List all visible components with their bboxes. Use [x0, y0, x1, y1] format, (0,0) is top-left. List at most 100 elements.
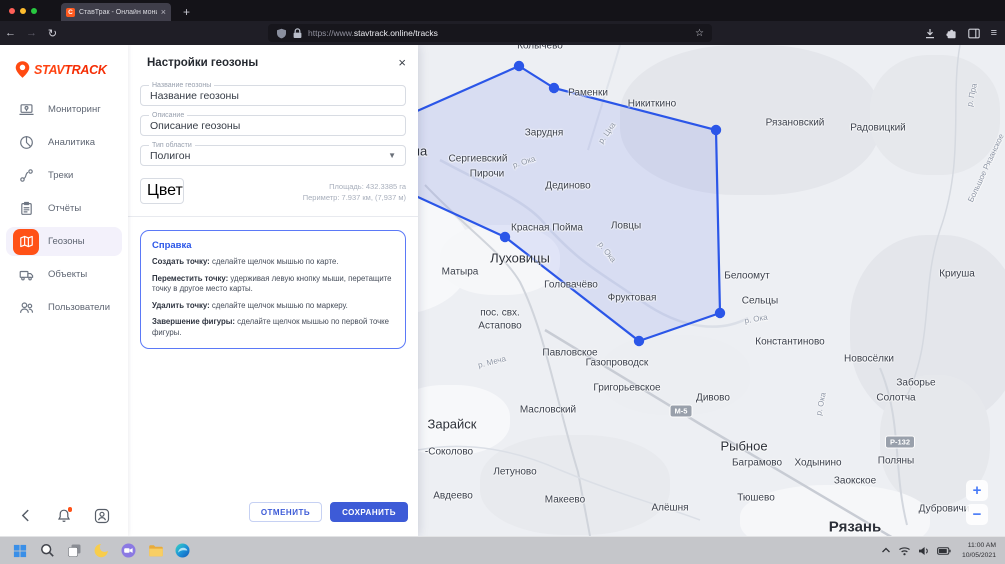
- map-label: Ходынино: [794, 458, 841, 469]
- help-item: Завершение фигуры: сделайте щелчок мышью…: [152, 317, 394, 338]
- sidebar-item-Объекты[interactable]: Объекты: [6, 260, 122, 289]
- stavtrack-logo: STAVTRACK: [0, 45, 128, 91]
- help-items: Создать точку: сделайте щелчок мышью по …: [152, 257, 394, 338]
- color-label: Цвет: [147, 182, 183, 200]
- map-label: Павловское: [542, 348, 597, 359]
- edge-icon[interactable]: [174, 543, 190, 559]
- polygon-vertex[interactable]: [549, 83, 559, 93]
- sidebar-item-Мониторинг[interactable]: Мониторинг: [6, 95, 122, 124]
- wifi-icon[interactable]: [898, 546, 911, 556]
- logo-pin-icon: [13, 60, 32, 79]
- url-bar[interactable]: https://www.stavtrack.online/tracks ☆: [268, 24, 712, 42]
- polygon-vertex[interactable]: [514, 61, 524, 71]
- geozone-name-input[interactable]: Название геозоны Название геозоны: [140, 85, 406, 106]
- url-text[interactable]: https://www.stavtrack.online/tracks: [308, 28, 690, 38]
- sidebar-item-label: Мониторинг: [48, 104, 101, 115]
- map-terrain-patch: [480, 435, 670, 535]
- map-label: Авдеево: [433, 491, 473, 502]
- sidebar-menu: Мониторинг Аналитика Треки Отчёты Геозоны Объ…: [0, 95, 128, 322]
- sidebar-item-label: Геозоны: [48, 236, 85, 247]
- sidebar-item-Треки[interactable]: Треки: [6, 161, 122, 190]
- sidebar-item-Отчёты[interactable]: Отчёты: [6, 194, 122, 223]
- battery-icon[interactable]: [937, 547, 951, 555]
- task-view-icon[interactable]: [66, 543, 82, 559]
- sidebar-item-label: Пользователи: [48, 302, 110, 313]
- tray-date: 10/05/2021: [962, 551, 996, 560]
- map-label: пос. свх.: [480, 308, 520, 319]
- map-label: Рыбное: [720, 439, 767, 454]
- forward-icon[interactable]: →: [21, 27, 42, 39]
- maximize-window-button[interactable]: [31, 8, 37, 14]
- save-button[interactable]: СОХРАНИТЬ: [330, 502, 408, 522]
- color-picker[interactable]: Цвет: [140, 178, 184, 204]
- map-label: Сельцы: [742, 296, 778, 307]
- area-type-label: Тип области: [149, 142, 195, 149]
- map-label: Зарудня: [525, 128, 564, 139]
- map-terrain-patch: [620, 45, 880, 195]
- monitoring-icon: [13, 97, 39, 123]
- browser-toolbar: ← → ↻ https://www.stavtrack.online/track…: [0, 21, 1005, 45]
- sidebar-toggle-icon[interactable]: [968, 28, 980, 39]
- tab-close-icon[interactable]: ×: [161, 7, 166, 17]
- map-zoom-out-button[interactable]: −: [966, 504, 988, 525]
- profile-icon[interactable]: [94, 508, 110, 524]
- users-icon: [13, 295, 39, 321]
- geozone-description-input[interactable]: Описание Описание геозоны: [140, 115, 406, 136]
- window-controls[interactable]: [9, 8, 37, 14]
- map-label: Фруктовая: [608, 293, 657, 304]
- minimize-window-button[interactable]: [20, 8, 26, 14]
- tray-chevron-icon[interactable]: [881, 547, 891, 554]
- back-icon[interactable]: ←: [0, 27, 21, 39]
- chevron-down-icon: ▼: [388, 151, 396, 160]
- tracking-shield-icon[interactable]: [276, 28, 287, 39]
- video-chat-icon[interactable]: [120, 543, 136, 559]
- bookmark-star-icon[interactable]: ☆: [695, 28, 704, 39]
- map-label: Ловцы: [611, 221, 641, 232]
- browser-chrome: С СтавТрак - Онлайн мониторин × + ← → ↻ …: [0, 0, 1005, 45]
- map-zoom-in-button[interactable]: +: [966, 480, 988, 501]
- sidebar-item-Геозоны[interactable]: Геозоны: [6, 227, 122, 256]
- clock[interactable]: 11:00 AM 10/05/2021: [962, 541, 996, 559]
- perimeter-value: Периметр: 7.937 км, (7,937 м): [303, 192, 406, 203]
- menu-hamburger-icon[interactable]: ≡: [991, 27, 997, 39]
- browser-tab[interactable]: С СтавТрак - Онлайн мониторин ×: [61, 3, 171, 21]
- new-tab-button[interactable]: +: [183, 5, 190, 19]
- river-tsna-line: [588, 45, 620, 150]
- map-label: р. Ока: [512, 154, 537, 170]
- map-label: Белоомут: [724, 271, 769, 282]
- sidebar-item-label: Аналитика: [48, 137, 95, 148]
- notifications-bell-icon[interactable]: [56, 508, 72, 524]
- geozone-metrics: Площадь: 432.3385 га Периметр: 7.937 км,…: [303, 178, 406, 204]
- sidebar-item-Пользователи[interactable]: Пользователи: [6, 293, 122, 322]
- search-icon[interactable]: [39, 543, 55, 559]
- download-icon[interactable]: [925, 28, 935, 39]
- tray-time: 11:00 AM: [962, 541, 996, 550]
- start-icon[interactable]: [12, 543, 28, 559]
- reload-icon[interactable]: ↻: [42, 27, 63, 40]
- sidebar-item-label: Объекты: [48, 269, 87, 280]
- panel-close-icon[interactable]: ×: [398, 55, 406, 70]
- cancel-button[interactable]: ОТМЕНИТЬ: [249, 502, 322, 522]
- map-label: р. Ока: [744, 313, 768, 326]
- lock-icon[interactable]: [292, 28, 303, 39]
- extensions-puzzle-icon[interactable]: [946, 28, 957, 39]
- collapse-sidebar-icon[interactable]: [18, 508, 34, 524]
- volume-icon[interactable]: [918, 546, 930, 556]
- geozone-settings-panel: Настройки геозоны × Название геозоны Наз…: [128, 45, 418, 536]
- area-type-select[interactable]: Тип области Полигон ▼: [140, 145, 406, 166]
- map-label: Масловский: [520, 405, 576, 416]
- sidebar-item-Аналитика[interactable]: Аналитика: [6, 128, 122, 157]
- help-box: Справка Создать точку: сделайте щелчок м…: [140, 230, 406, 349]
- map-label: р. Ока: [596, 240, 617, 264]
- tab-title: СтавТрак - Онлайн мониторин: [79, 9, 157, 16]
- map-terrain-patch: [740, 485, 930, 536]
- file-explorer-icon[interactable]: [147, 543, 163, 559]
- help-item: Удалить точку: сделайте щелчок мышью по …: [152, 301, 394, 312]
- app-sidebar: STAVTRACK Мониторинг Аналитика Треки Отчёты…: [0, 45, 128, 536]
- close-window-button[interactable]: [9, 8, 15, 14]
- polygon-vertex[interactable]: [715, 308, 725, 318]
- moon-app-icon[interactable]: [93, 543, 109, 559]
- map-label: р. Меча: [477, 354, 507, 370]
- help-item: Создать точку: сделайте щелчок мышью по …: [152, 257, 394, 268]
- divider: [128, 216, 418, 217]
